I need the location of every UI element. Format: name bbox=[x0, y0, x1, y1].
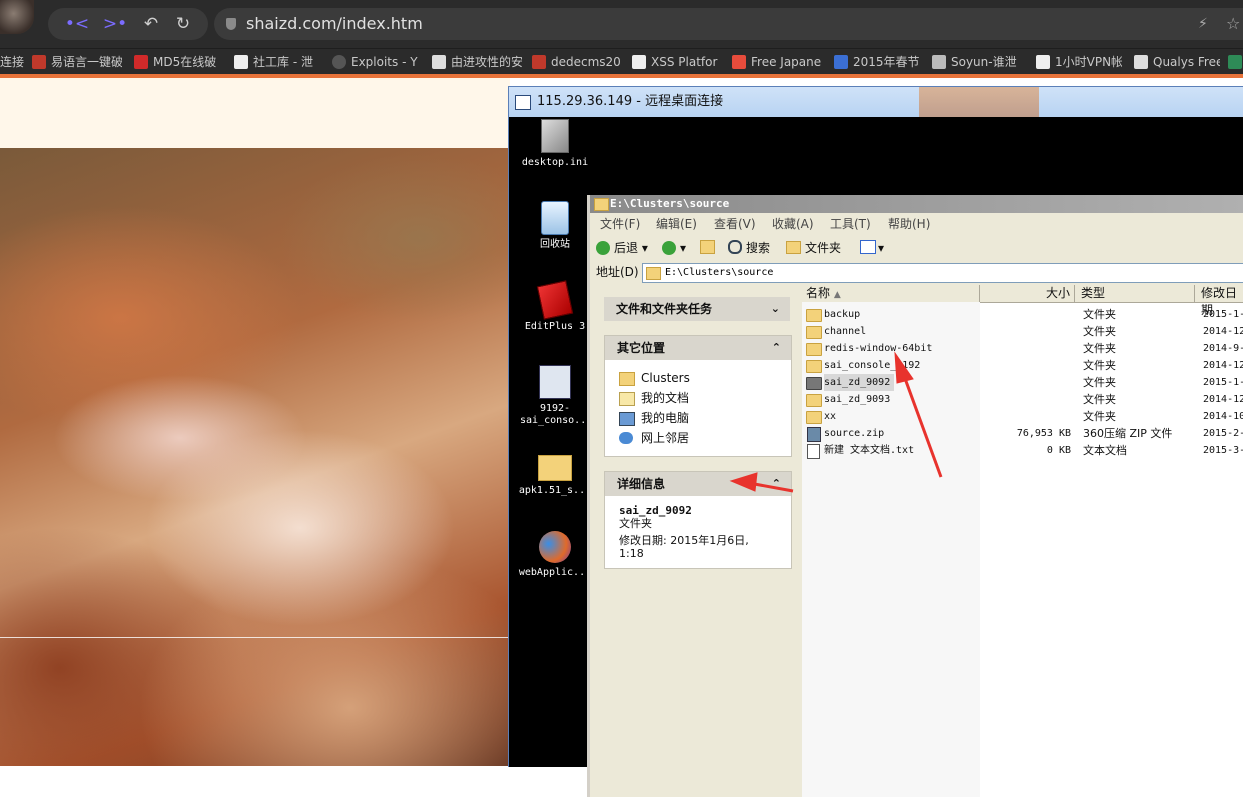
nav-button-group: •< >• ↶ ↻ bbox=[48, 8, 208, 40]
bookmark-item[interactable]: 易语言一键破 bbox=[32, 49, 122, 75]
shield-icon bbox=[226, 18, 236, 30]
remote-desktop-area: desktop.ini 回收站 EditPlus 3 9192-sai_cons… bbox=[509, 117, 1243, 797]
remote-desktop-window: 115.29.36.149 - 远程桌面连接 desktop.ini 回收站 E… bbox=[508, 86, 1243, 797]
bookmark-favicon-icon bbox=[32, 55, 46, 69]
forward-icon[interactable]: >• bbox=[100, 8, 130, 40]
bookmark-item[interactable]: Qualys Free bbox=[1134, 49, 1220, 75]
url-text[interactable]: shaizd.com/index.htm bbox=[246, 8, 423, 40]
undo-icon[interactable]: ↶ bbox=[136, 8, 166, 40]
address-bar[interactable]: shaizd.com/index.htm ⚡ ☆ bbox=[214, 8, 1243, 40]
remote-desktop-icon bbox=[515, 95, 531, 110]
rdp-title-bg-strip bbox=[919, 87, 1039, 117]
profile-avatar[interactable] bbox=[0, 0, 34, 34]
bookmarks-bar: 连接 易语言一键破 MD5在线破 社工库 - 泄 Exploits - Y 由进… bbox=[0, 48, 1243, 75]
bookmark-favicon-icon bbox=[432, 55, 446, 69]
rdp-titlebar[interactable]: 115.29.36.149 - 远程桌面连接 bbox=[509, 87, 1243, 117]
bookmark-item[interactable]: Free Japane bbox=[732, 49, 822, 75]
star-icon[interactable]: ☆ bbox=[1226, 8, 1240, 40]
bookmark-overflow-icon[interactable] bbox=[1228, 49, 1243, 75]
bookmark-item[interactable]: 1小时VPN帐 bbox=[1036, 49, 1122, 75]
skull-icon bbox=[632, 55, 646, 69]
bookmark-item[interactable]: 由进攻性的安 bbox=[432, 49, 522, 75]
bookmark-favicon-icon bbox=[134, 55, 148, 69]
back-icon[interactable]: •< bbox=[62, 8, 92, 40]
bookmark-item[interactable]: 连接 bbox=[0, 49, 24, 75]
bookmark-item[interactable]: 社工库 - 泄 bbox=[234, 49, 322, 75]
bookmark-favicon-icon bbox=[834, 55, 848, 69]
rdp-title: 115.29.36.149 - 远程桌面连接 bbox=[537, 94, 724, 109]
bookmark-favicon-icon bbox=[532, 55, 546, 69]
page-icon bbox=[1036, 55, 1050, 69]
reload-icon[interactable]: ↻ bbox=[168, 8, 198, 40]
bookmark-item[interactable]: Exploits - Y bbox=[332, 49, 422, 75]
bookmark-favicon-icon bbox=[732, 55, 746, 69]
arrow-head-up bbox=[894, 351, 914, 384]
annotation-arrows bbox=[729, 351, 943, 493]
page-divider bbox=[0, 637, 510, 638]
bookmark-item[interactable]: MD5在线破 bbox=[134, 49, 222, 75]
arrow-head-left bbox=[729, 472, 758, 492]
bookmark-item[interactable]: 2015年春节 bbox=[834, 49, 922, 75]
bookmark-item[interactable]: dedecms20 bbox=[532, 49, 620, 75]
page-header-band bbox=[0, 78, 510, 148]
bookmark-item[interactable]: XSS Platfor bbox=[632, 49, 722, 75]
search-icon bbox=[332, 55, 346, 69]
hero-image bbox=[0, 148, 510, 766]
bolt-icon[interactable]: ⚡ bbox=[1198, 8, 1208, 40]
bookmark-favicon-icon bbox=[932, 55, 946, 69]
bookmark-item[interactable]: Soyun-谁泄 bbox=[932, 49, 1024, 75]
page-icon bbox=[234, 55, 248, 69]
bookmark-favicon-icon bbox=[1134, 55, 1148, 69]
